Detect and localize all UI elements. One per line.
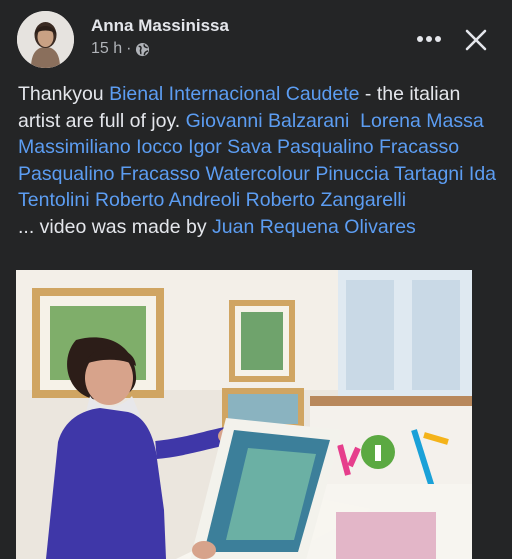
tag-pinuccia-tartagni[interactable]: Pinuccia Tartagni — [315, 163, 463, 185]
tag-juan-requena-olivares[interactable]: Juan Requena Olivares — [212, 216, 416, 238]
tag-lorena-massa[interactable]: Lorena Massa — [360, 110, 484, 132]
tag-massimiliano-iocco[interactable]: Massimiliano Iocco — [18, 136, 183, 158]
close-button[interactable] — [460, 24, 492, 56]
more-options-icon — [417, 36, 441, 42]
author-name[interactable]: Anna Massinissa — [91, 16, 229, 36]
post-time[interactable]: 15 h — [91, 40, 122, 58]
close-icon — [465, 29, 487, 51]
post-photo[interactable] — [16, 270, 472, 559]
tag-roberto-zangarelli[interactable]: Roberto Zangarelli — [246, 189, 406, 211]
post-meta: 15 h · — [91, 40, 150, 58]
tag-roberto-andreoli[interactable]: Roberto Andreoli — [95, 189, 240, 211]
tag-pasqualino-fracasso-watercolour[interactable]: Pasqualino Fracasso Watercolour — [18, 163, 310, 185]
more-options-button[interactable] — [414, 24, 444, 54]
tag-giovanni-balzarani[interactable]: Giovanni Balzarani — [186, 110, 350, 132]
tag-pasqualino-fracasso[interactable]: Pasqualino Fracasso — [277, 136, 459, 158]
page-link-bienal[interactable]: Bienal Internacional Caudete — [109, 83, 359, 105]
meta-separator: · — [126, 40, 132, 57]
post-text-segment: Thankyou — [18, 83, 110, 105]
post-body-text: Thankyou Bienal Internacional Caudete - … — [18, 81, 500, 240]
post-text-segment: ... video was made by — [18, 215, 213, 238]
post-header: Anna Massinissa 15 h · — [0, 0, 512, 78]
author-avatar[interactable] — [17, 11, 74, 68]
globe-icon — [135, 42, 150, 57]
tag-igor-sava[interactable]: Igor Sava — [188, 136, 271, 158]
